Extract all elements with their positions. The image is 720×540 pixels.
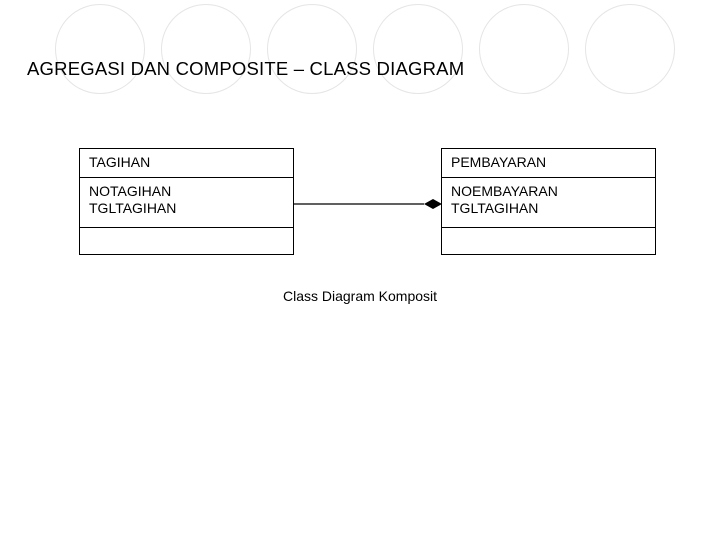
decorative-circles [0,4,720,94]
uml-class-tagihan: TAGIHAN NOTAGIHAN TGLTAGIHAN [79,148,294,255]
circle-decoration [585,4,675,94]
page-title: AGREGASI DAN COMPOSITE – CLASS DIAGRAM [27,58,464,80]
class-name: TAGIHAN [80,149,293,178]
circle-decoration [373,4,463,94]
diagram-caption: Class Diagram Komposit [0,288,720,304]
attribute: TGLTAGIHAN [451,200,646,218]
circle-decoration [479,4,569,94]
class-name: PEMBAYARAN [442,149,655,178]
diamond-icon [424,199,442,209]
class-attributes: NOEMBAYARAN TGLTAGIHAN [442,178,655,228]
circle-decoration [161,4,251,94]
attribute: TGLTAGIHAN [89,200,284,218]
class-operations [442,228,655,254]
class-attributes: NOTAGIHAN TGLTAGIHAN [80,178,293,228]
class-operations [80,228,293,254]
circle-decoration [55,4,145,94]
composition-connector [294,195,442,213]
uml-class-pembayaran: PEMBAYARAN NOEMBAYARAN TGLTAGIHAN [441,148,656,255]
attribute: NOTAGIHAN [89,183,284,201]
attribute: NOEMBAYARAN [451,183,646,201]
circle-decoration [267,4,357,94]
